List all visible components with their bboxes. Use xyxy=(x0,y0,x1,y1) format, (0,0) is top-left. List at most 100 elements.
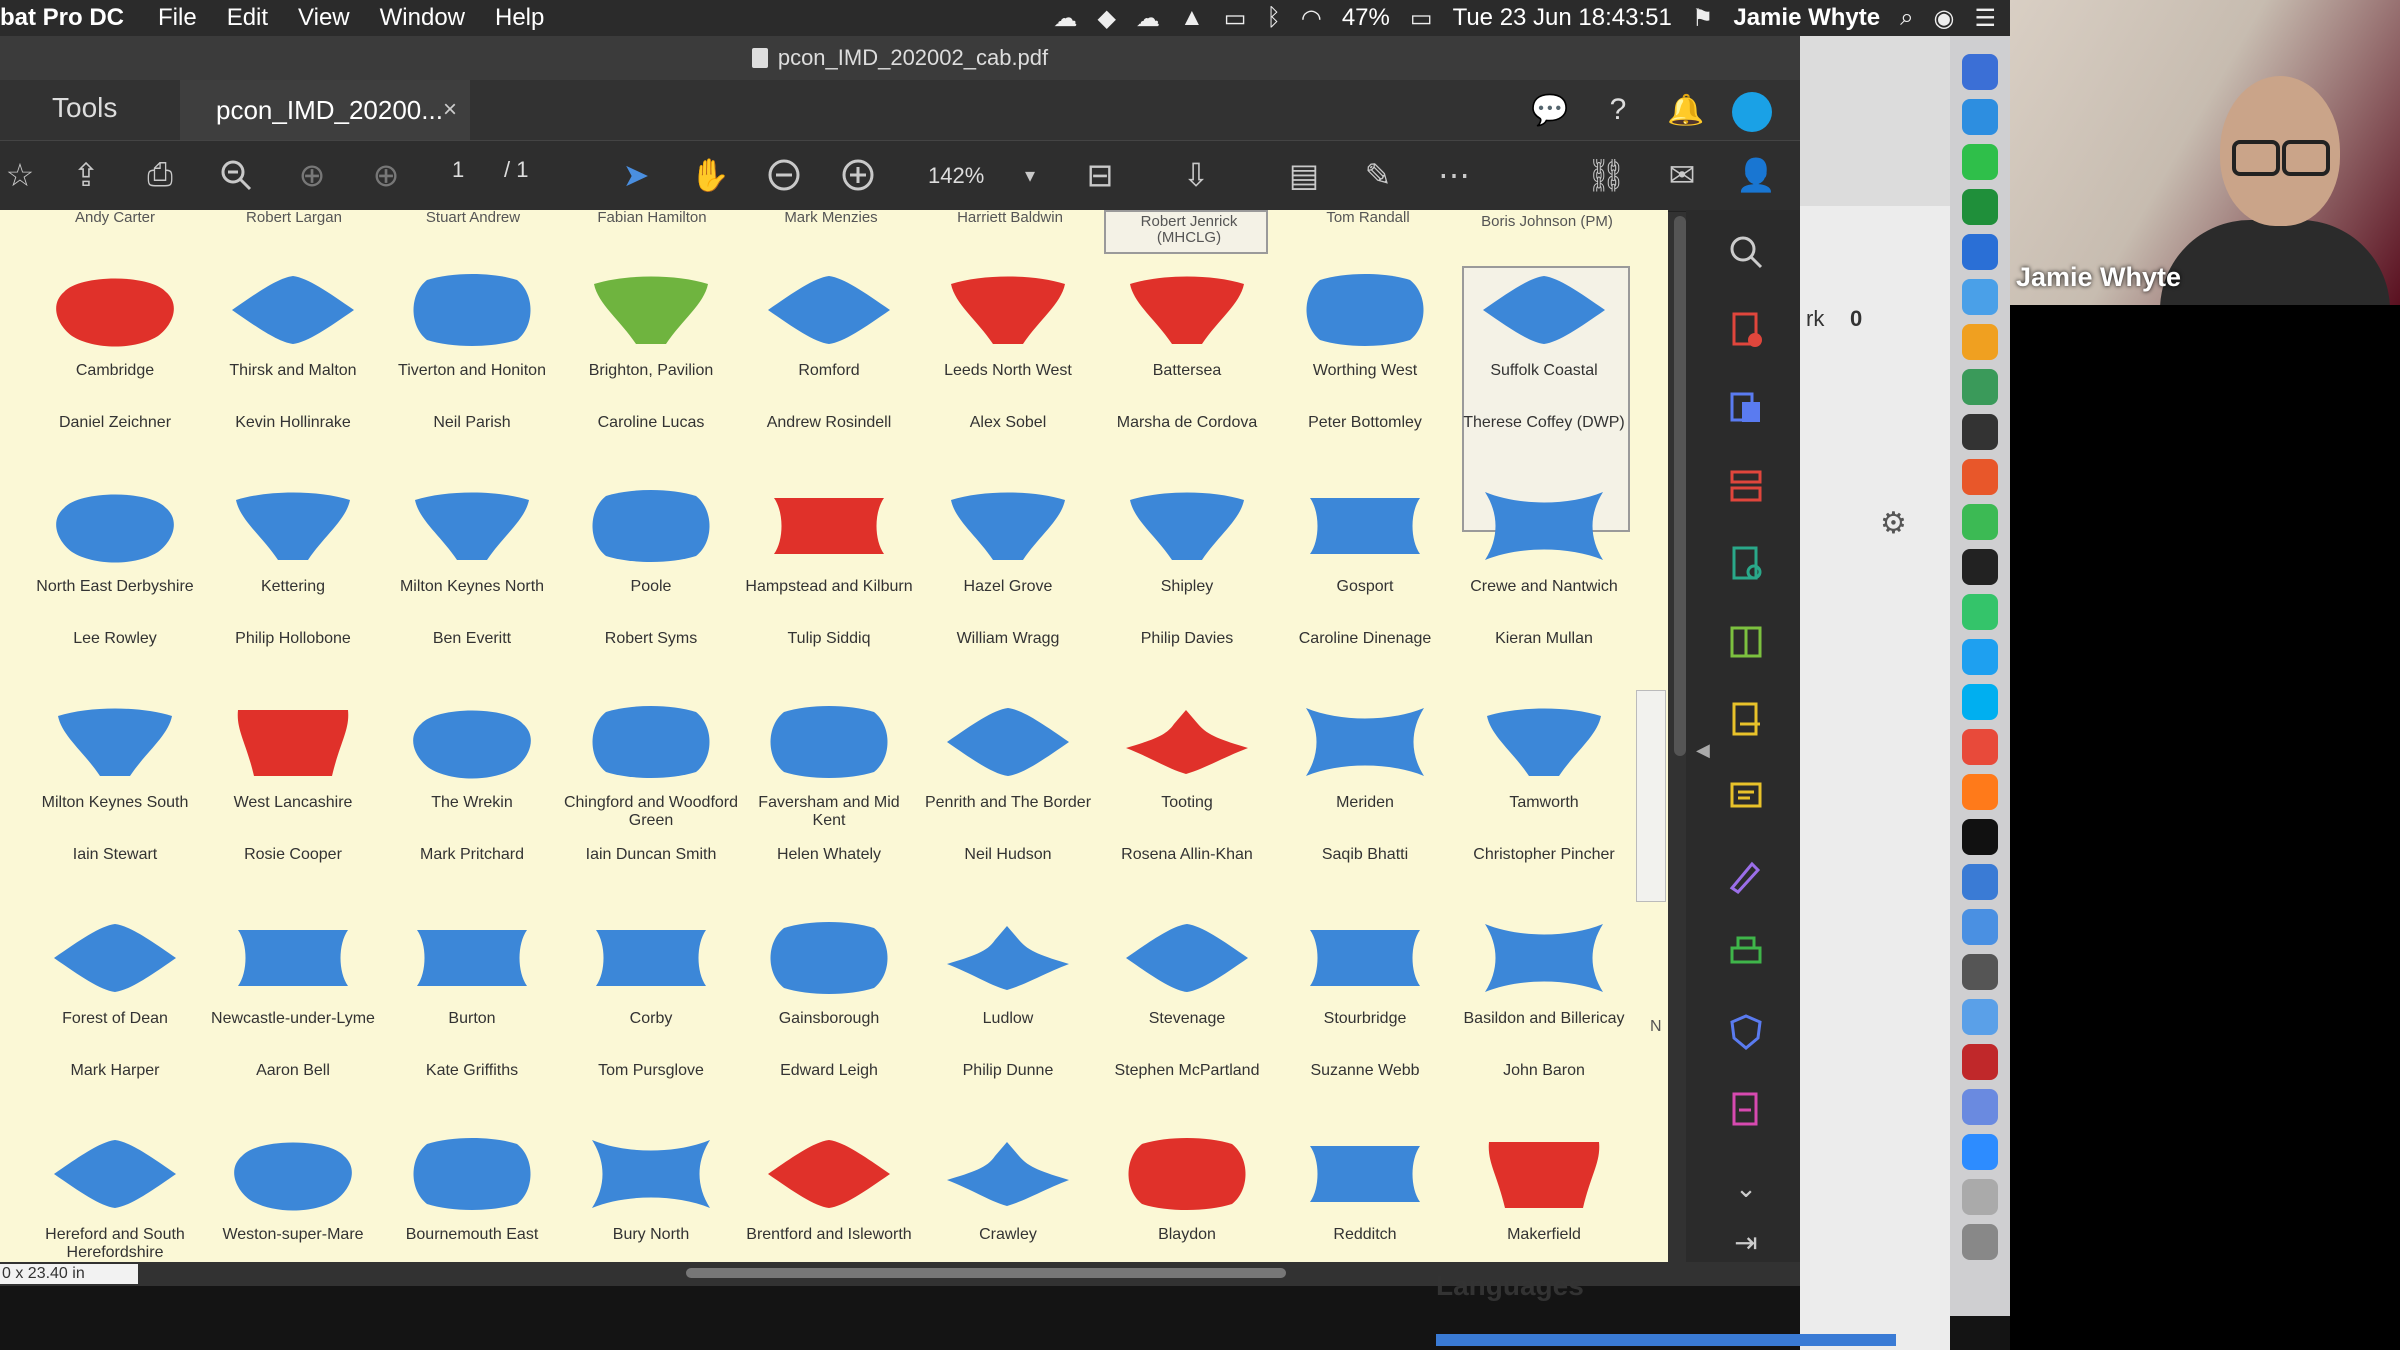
constituency-cell[interactable]: Chingford and Woodford Green Iain Duncan … xyxy=(562,702,740,863)
constituency-cell[interactable]: Basildon and Billericay John Baron xyxy=(1455,918,1633,1079)
constituency-cell[interactable]: Bournemouth East xyxy=(383,1134,561,1243)
help-icon[interactable]: ? xyxy=(1598,90,1638,130)
fill-sign-icon[interactable] xyxy=(1724,698,1768,742)
pen-icon[interactable]: ✎ xyxy=(1358,155,1398,195)
collapse-panel-icon[interactable]: ⇥ xyxy=(1724,1220,1768,1264)
constituency-cell[interactable]: Tooting Rosena Allin-Khan xyxy=(1098,702,1276,863)
constituency-cell[interactable]: Meriden Saqib Bhatti xyxy=(1276,702,1454,863)
print-icon[interactable]: ⎙ xyxy=(140,155,180,195)
close-tab-icon[interactable]: × xyxy=(443,96,457,124)
spotlight-icon[interactable]: ⌕ xyxy=(1900,4,1913,32)
rail-zoom-icon[interactable] xyxy=(1724,230,1768,274)
constituency-cell[interactable]: Kettering Philip Hollobone xyxy=(204,486,382,647)
more-tools-icon[interactable] xyxy=(1724,1088,1768,1132)
dock-app-icon[interactable] xyxy=(1962,999,1998,1035)
create-pdf-icon[interactable] xyxy=(1724,308,1768,352)
dock-app-icon[interactable] xyxy=(1962,774,1998,810)
constituency-cell[interactable]: Suffolk Coastal Therese Coffey (DWP) xyxy=(1455,270,1633,431)
zoom-in-icon[interactable] xyxy=(838,155,878,195)
flag-icon[interactable]: ⚑ xyxy=(1692,4,1714,33)
select-pointer-icon[interactable]: ➤ xyxy=(616,155,656,195)
next-page-icon[interactable]: ⊕ xyxy=(366,155,406,195)
app-menu[interactable]: bat Pro DC xyxy=(0,4,124,32)
constituency-cell[interactable]: Tiverton and Honiton Neil Parish xyxy=(383,270,561,431)
constituency-cell[interactable]: Tamworth Christopher Pincher xyxy=(1455,702,1633,863)
bell-icon[interactable]: 🔔 xyxy=(1666,90,1706,130)
email-icon[interactable]: ✉ xyxy=(1662,155,1702,195)
constituency-cell[interactable]: The Wrekin Mark Pritchard xyxy=(383,702,561,863)
dock-app-icon[interactable] xyxy=(1962,54,1998,90)
bookmark-star-icon[interactable]: ☆ xyxy=(0,155,40,195)
constituency-cell[interactable]: Newcastle-under-Lyme Aaron Bell xyxy=(204,918,382,1079)
comment-icon[interactable]: ▤ xyxy=(1284,155,1324,195)
dock-app-icon[interactable] xyxy=(1962,189,1998,225)
constituency-cell[interactable]: Leeds North West Alex Sobel xyxy=(919,270,1097,431)
constituency-cell[interactable]: Faversham and Mid Kent Helen Whately xyxy=(740,702,918,863)
dock-app-icon[interactable] xyxy=(1962,99,1998,135)
zoom-out-icon[interactable] xyxy=(764,155,804,195)
dock-app-icon[interactable] xyxy=(1962,324,1998,360)
dock-app-icon[interactable] xyxy=(1962,684,1998,720)
dock-app-icon[interactable] xyxy=(1962,729,1998,765)
vertical-scrollbar[interactable] xyxy=(1674,216,1686,756)
bluetooth-icon[interactable]: ᛒ xyxy=(1266,4,1280,32)
constituency-cell[interactable]: Hampstead and Kilburn Tulip Siddiq xyxy=(740,486,918,647)
menu-window[interactable]: Window xyxy=(380,4,465,32)
creative-cloud-icon[interactable]: ☁ xyxy=(1054,4,1078,33)
constituency-cell[interactable]: Ludlow Philip Dunne xyxy=(919,918,1097,1079)
constituency-cell[interactable]: Forest of Dean Mark Harper xyxy=(26,918,204,1079)
export-pdf-icon[interactable] xyxy=(1724,386,1768,430)
dock-app-icon[interactable] xyxy=(1962,414,1998,450)
constituency-cell[interactable]: Cambridge Daniel Zeichner xyxy=(26,270,204,431)
constituency-cell[interactable]: Gosport Caroline Dinenage xyxy=(1276,486,1454,647)
clock[interactable]: Tue 23 Jun 18:43:51 xyxy=(1453,4,1672,32)
compare-icon[interactable] xyxy=(1724,620,1768,664)
constituency-cell[interactable]: Brentford and Isleworth xyxy=(740,1134,918,1243)
dock-app-icon[interactable] xyxy=(1962,549,1998,585)
menu-help[interactable]: Help xyxy=(495,4,544,32)
add-user-icon[interactable]: 👤 xyxy=(1736,155,1776,195)
constituency-cell[interactable]: Redditch xyxy=(1276,1134,1454,1243)
edit-pdf-icon[interactable] xyxy=(1724,542,1768,586)
hand-tool-icon[interactable]: ✋ xyxy=(690,155,730,195)
fit-page-icon[interactable]: ⊟ xyxy=(1080,155,1120,195)
constituency-cell[interactable]: Battersea Marsha de Cordova xyxy=(1098,270,1276,431)
dock-app-icon[interactable] xyxy=(1962,1179,1998,1215)
airplay-icon[interactable]: ▭ xyxy=(1224,4,1247,33)
sign-icon[interactable] xyxy=(1724,854,1768,898)
search-icon[interactable] xyxy=(216,155,256,195)
account-avatar[interactable] xyxy=(1732,92,1772,132)
constituency-cell[interactable]: Penrith and The Border Neil Hudson xyxy=(919,702,1097,863)
dock-app-icon[interactable] xyxy=(1962,864,1998,900)
tab-tools[interactable]: Tools xyxy=(52,92,117,124)
comment-bubble-icon[interactable]: 💬 xyxy=(1530,90,1570,130)
dock-app-icon[interactable] xyxy=(1962,1044,1998,1080)
dock-app-icon[interactable] xyxy=(1962,1134,1998,1170)
constituency-cell[interactable]: Corby Tom Pursglove xyxy=(562,918,740,1079)
constituency-cell[interactable]: Brighton, Pavilion Caroline Lucas xyxy=(562,270,740,431)
constituency-cell[interactable]: North East Derbyshire Lee Rowley xyxy=(26,486,204,647)
zoom-dropdown-icon[interactable]: ▾ xyxy=(1010,155,1050,195)
constituency-cell[interactable]: Romford Andrew Rosindell xyxy=(740,270,918,431)
collapse-arrow-icon[interactable]: ◀ xyxy=(1696,740,1710,761)
constituency-cell[interactable]: Gainsborough Edward Leigh xyxy=(740,918,918,1079)
constituency-cell[interactable]: Worthing West Peter Bottomley xyxy=(1276,270,1454,431)
dock-app-icon[interactable] xyxy=(1962,954,1998,990)
constituency-cell[interactable]: Crawley xyxy=(919,1134,1097,1243)
dock-app-icon[interactable] xyxy=(1962,1224,1998,1260)
page-number-input[interactable]: 1 xyxy=(452,157,464,183)
constituency-cell[interactable]: West Lancashire Rosie Cooper xyxy=(204,702,382,863)
document-page[interactable]: Andy Carter Robert Largan Stuart Andrew Fab… xyxy=(0,210,1668,1262)
battery-icon[interactable]: ▭ xyxy=(1410,4,1433,33)
more-icon[interactable]: ⋯ xyxy=(1434,155,1474,195)
print-production-icon[interactable] xyxy=(1724,932,1768,976)
dock-app-icon[interactable] xyxy=(1962,594,1998,630)
dock-app-icon[interactable] xyxy=(1962,144,1998,180)
user-name[interactable]: Jamie Whyte xyxy=(1733,4,1880,32)
chevron-down-icon[interactable]: ⌄ xyxy=(1724,1166,1768,1210)
menu-view[interactable]: View xyxy=(298,4,350,32)
prev-page-icon[interactable]: ⊕ xyxy=(292,155,332,195)
dock-app-icon[interactable] xyxy=(1962,1089,1998,1125)
dock-app-icon[interactable] xyxy=(1962,819,1998,855)
scroll-mode-icon[interactable]: ⇩ xyxy=(1176,155,1216,195)
